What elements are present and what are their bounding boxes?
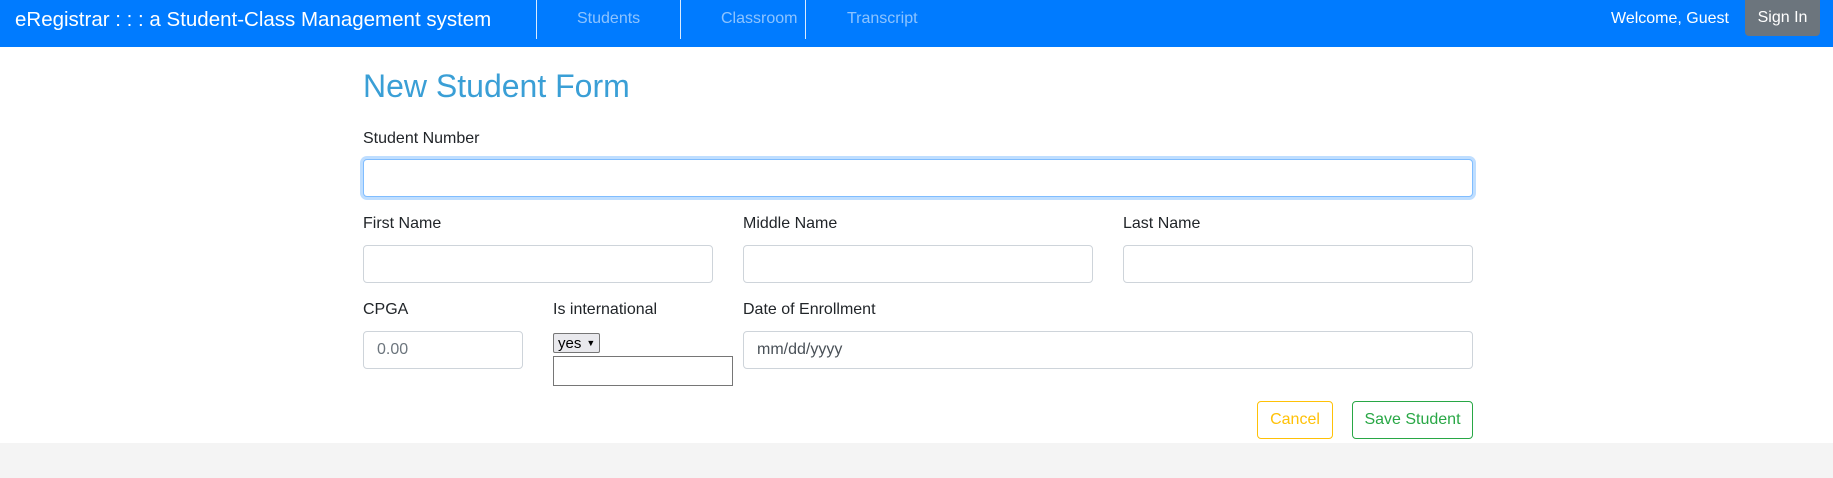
- student-number-input[interactable]: [363, 159, 1473, 197]
- save-student-button[interactable]: Save Student: [1352, 401, 1473, 439]
- student-number-label: Student Number: [363, 130, 480, 147]
- is-international-select[interactable]: yes ▼: [553, 333, 600, 353]
- enrollment-date-label: Date of Enrollment: [743, 301, 876, 318]
- chevron-down-icon: ▼: [586, 338, 596, 348]
- welcome-text: Welcome, Guest: [1611, 10, 1729, 27]
- nav-link-classroom[interactable]: Classroom: [721, 10, 797, 28]
- nav-divider: [680, 0, 681, 39]
- enrollment-date-input[interactable]: mm/dd/yyyy: [743, 331, 1473, 369]
- main-content: New Student Form Student Number First Na…: [0, 47, 1833, 443]
- middle-name-label: Middle Name: [743, 215, 838, 232]
- cpga-label: CPGA: [363, 301, 409, 318]
- last-name-input[interactable]: [1123, 245, 1473, 283]
- cpga-input[interactable]: 0.00: [363, 331, 523, 369]
- sign-in-button[interactable]: Sign In: [1745, 0, 1820, 36]
- select-value: yes: [558, 334, 582, 352]
- app-brand[interactable]: eRegistrar : : : a Student-Class Managem…: [15, 8, 491, 32]
- top-navbar: eRegistrar : : : a Student-Class Managem…: [0, 0, 1833, 47]
- first-name-input[interactable]: [363, 245, 713, 283]
- is-international-label: Is international: [553, 301, 658, 318]
- nav-divider: [536, 0, 537, 39]
- nav-divider: [805, 0, 806, 39]
- first-name-label: First Name: [363, 215, 442, 232]
- is-international-textbox[interactable]: [553, 356, 733, 386]
- nav-link-students[interactable]: Students: [577, 10, 640, 28]
- nav-link-transcript[interactable]: Transcript: [847, 10, 918, 28]
- page-title: New Student Form: [363, 68, 630, 104]
- last-name-label: Last Name: [1123, 215, 1201, 232]
- cancel-button[interactable]: Cancel: [1257, 401, 1333, 439]
- middle-name-input[interactable]: [743, 245, 1093, 283]
